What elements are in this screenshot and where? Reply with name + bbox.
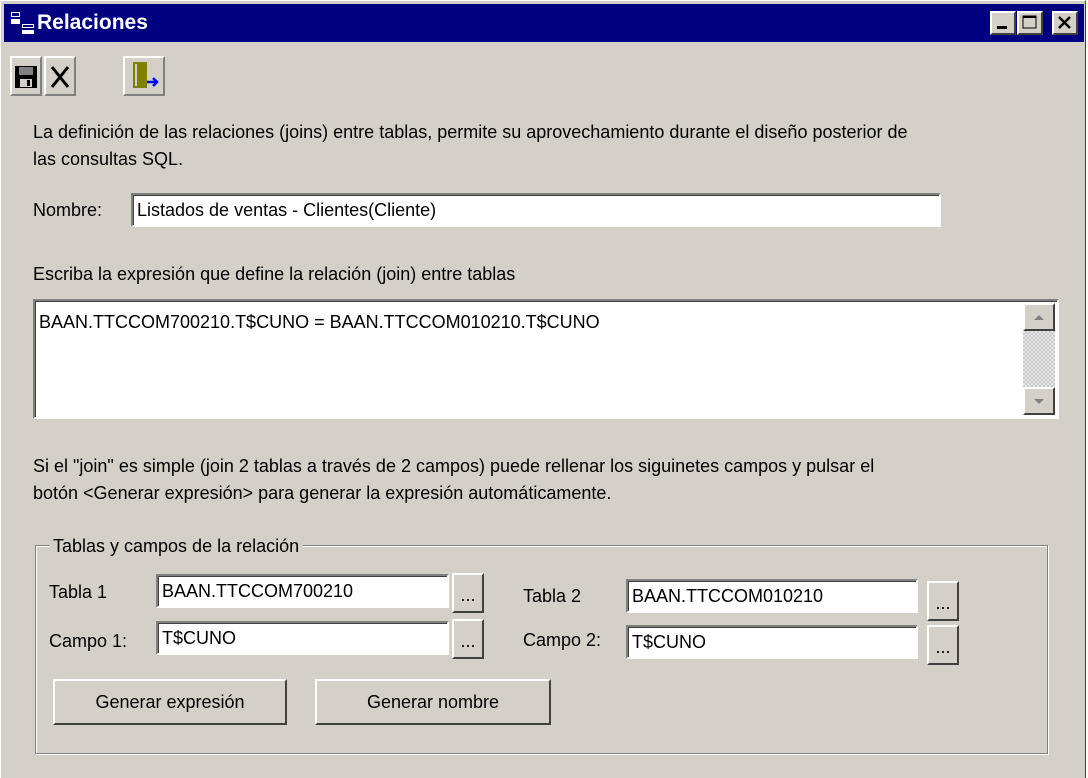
groupbox-legend: Tablas y campos de la relación: [49, 533, 304, 559]
tabla1-label: Tabla 1: [49, 582, 108, 602]
campo2-label: Campo 2:: [523, 630, 602, 650]
delete-button[interactable]: [44, 56, 76, 96]
campo1-label: Campo 1:: [49, 631, 128, 651]
expression-textarea[interactable]: BAAN.TTCCOM700210.T$CUNO = BAAN.TTCCOM01…: [33, 299, 1059, 419]
save-icon: [15, 66, 37, 88]
description-line-2: las consultas SQL.: [33, 149, 184, 169]
delete-x-icon: [50, 66, 70, 88]
window-title: Relaciones: [37, 11, 148, 34]
nombre-input[interactable]: Listados de ventas - Clientes(Cliente): [131, 193, 941, 227]
hint-line-2: botón <Generar expresión> para generar l…: [33, 483, 612, 503]
tabla2-browse-button[interactable]: ...: [927, 581, 959, 621]
description-line-1: La definición de las relaciones (joins) …: [33, 122, 908, 142]
exit-door-icon: [133, 62, 159, 88]
expression-scrollbar[interactable]: [1023, 303, 1055, 415]
generar-expresion-button[interactable]: Generar expresión: [53, 679, 287, 725]
close-icon: [1058, 16, 1071, 29]
hint-line-1: Si el "join" es simple (join 2 tablas a …: [33, 456, 875, 476]
campo2-input[interactable]: T$CUNO: [626, 625, 918, 659]
campo1-input[interactable]: T$CUNO: [156, 621, 449, 655]
campo1-browse-button[interactable]: ...: [452, 619, 484, 659]
expression-label: Escriba la expresión que define la relac…: [33, 264, 516, 284]
exit-button[interactable]: [123, 56, 165, 96]
nombre-label: Nombre:: [33, 200, 103, 220]
tabla1-browse-button[interactable]: ...: [452, 573, 484, 613]
tabla2-input[interactable]: BAAN.TTCCOM010210: [626, 579, 918, 613]
minimize-button[interactable]: [990, 11, 1016, 35]
scroll-up-button[interactable]: [1023, 303, 1055, 331]
app-icon: [11, 12, 34, 34]
scroll-track[interactable]: [1023, 331, 1055, 387]
minimize-icon: [997, 26, 1007, 29]
relaciones-window: Relaciones La definición de las relacion…: [0, 0, 1086, 778]
scroll-down-button[interactable]: [1023, 387, 1055, 415]
tabla2-label: Tabla 2: [523, 586, 582, 606]
save-button[interactable]: [10, 56, 42, 96]
arrow-down-icon: [1034, 399, 1044, 404]
close-button[interactable]: [1052, 11, 1078, 35]
maximize-icon: [1022, 15, 1037, 29]
maximize-button[interactable]: [1017, 11, 1043, 35]
arrow-up-icon: [1034, 315, 1044, 320]
tabla1-input[interactable]: BAAN.TTCCOM700210: [156, 574, 449, 608]
title-bar[interactable]: Relaciones: [4, 4, 1084, 42]
generar-nombre-button[interactable]: Generar nombre: [315, 679, 551, 725]
campo2-browse-button[interactable]: ...: [927, 625, 959, 665]
